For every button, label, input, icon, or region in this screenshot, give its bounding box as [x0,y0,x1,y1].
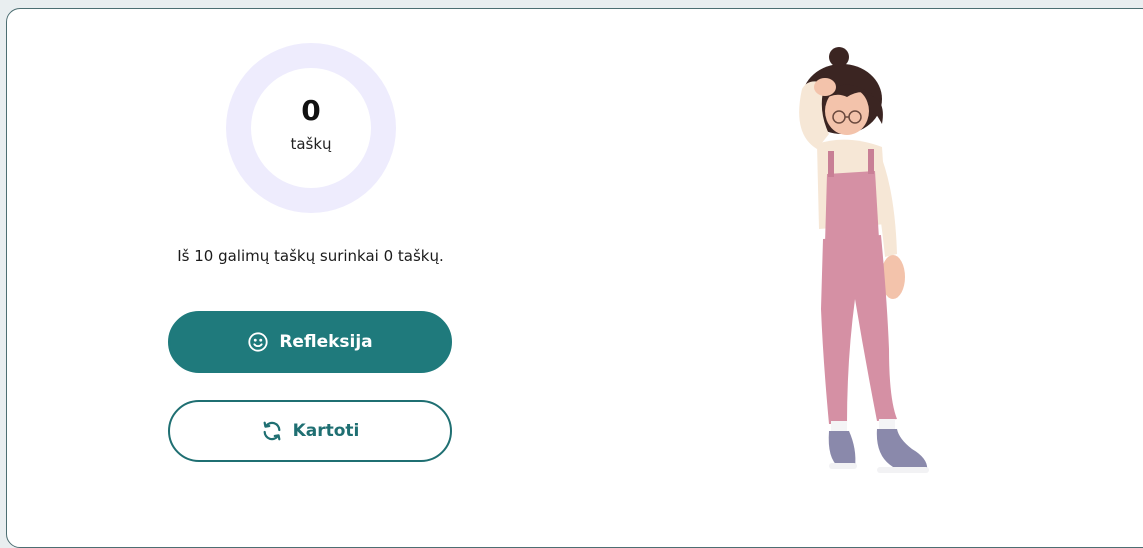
score-ring: 0 taškų [226,43,396,213]
repeat-button-label: Kartoti [292,421,360,441]
smiley-icon [247,331,269,353]
score-summary: Iš 10 galimų taškų surinkai 0 taškų. [177,247,444,265]
reflection-button[interactable]: Refleksija [168,311,452,373]
score-unit: taškų [290,135,332,153]
results-card: 0 taškų Iš 10 galimų taškų surinkai 0 ta… [6,8,1143,548]
score-circle: 0 taškų [251,68,371,188]
refresh-icon [261,420,283,442]
score-value: 0 [301,94,321,127]
reflection-button-label: Refleksija [279,332,373,352]
repeat-button[interactable]: Kartoti [168,400,452,462]
character-illustration [747,39,967,479]
results-panel: 0 taškų Iš 10 galimų taškų surinkai 0 ta… [7,9,617,538]
